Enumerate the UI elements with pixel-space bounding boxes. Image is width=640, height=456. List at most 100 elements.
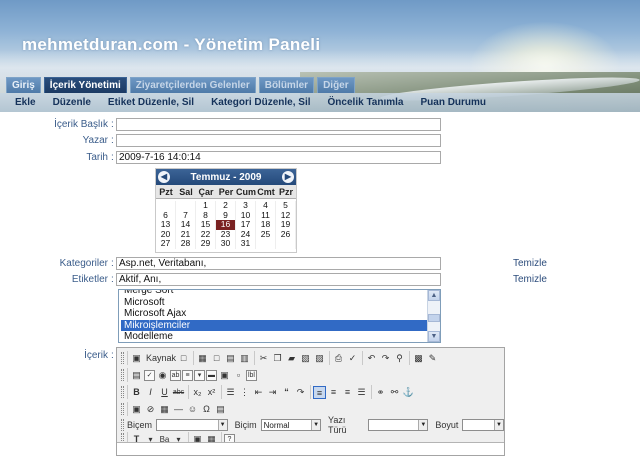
flash-icon[interactable]: ⊘ (144, 403, 157, 416)
tab-diger[interactable]: Diğer (317, 77, 355, 93)
calendar-day-cell[interactable]: 31 (236, 238, 256, 249)
calendar-day-cell[interactable]: 28 (176, 238, 196, 249)
style-select[interactable]: ▼ (155, 419, 228, 431)
numbered-list-icon[interactable]: ☰ (224, 386, 237, 399)
subnav-ekle[interactable]: Ekle (15, 97, 36, 108)
label-field-icon[interactable]: lbl (246, 369, 257, 381)
blockquote-icon[interactable]: “ (280, 386, 293, 399)
subnav-puan-durumu[interactable]: Puan Durumu (420, 97, 486, 108)
calendar-day-cell[interactable]: 29 (196, 238, 216, 249)
align-center-icon[interactable]: ≡ (327, 386, 340, 399)
redo-icon[interactable]: ↷ (379, 352, 392, 365)
subscript-button[interactable]: x₂ (191, 386, 204, 399)
etiketler-clear-link[interactable]: Temizle (513, 274, 547, 285)
strikethrough-button[interactable]: abc (172, 386, 185, 399)
page-break-icon[interactable]: ▤ (214, 403, 227, 416)
new-page-icon[interactable]: □ (210, 352, 223, 365)
div-container-icon[interactable]: ↷ (294, 386, 307, 399)
editor-content-area[interactable] (117, 442, 504, 455)
label-tarih: Tarih (86, 152, 108, 163)
calendar-day-cell[interactable]: 27 (156, 238, 176, 249)
font-select[interactable]: ▼ (367, 419, 429, 431)
source-button[interactable]: Kaynak (144, 353, 176, 363)
checkbox-icon[interactable]: ✓ (144, 369, 155, 381)
toolbar-group-forms: ▤ ✓ ◉ ab ≡ ▾ ▬ ▣ ▫ lbl (127, 368, 259, 382)
subnav-kategori-duzenle[interactable]: Kategori Düzenle, Sil (211, 97, 310, 108)
print-icon[interactable]: ⎙ (332, 352, 345, 365)
tab-ziyaretcilerden-gelenler[interactable]: Ziyaretçilerden Gelenler (129, 77, 256, 93)
form-icon[interactable]: ▤ (130, 369, 143, 382)
align-right-icon[interactable]: ≡ (341, 386, 354, 399)
calendar-day-cell[interactable]: 26 (276, 229, 296, 239)
select-all-icon[interactable]: ▩ (412, 352, 425, 365)
tag-list-option[interactable]: Microsoft Ajax (121, 308, 427, 320)
link-icon[interactable]: ⚭ (374, 386, 387, 399)
tag-list-scrollbar[interactable]: ▲ ▼ (427, 290, 440, 342)
anchor-icon[interactable]: ⚓ (402, 386, 415, 399)
calendar-next-icon[interactable]: ▶ (281, 171, 294, 183)
format-select[interactable]: Normal ▼ (260, 419, 322, 431)
textarea-icon[interactable]: ≡ (182, 369, 193, 381)
bold-button[interactable]: B (130, 386, 143, 399)
outdent-icon[interactable]: ⇤ (252, 386, 265, 399)
tag-list-option[interactable]: Mikroişlemciler (121, 319, 427, 331)
baslik-input[interactable] (116, 118, 441, 131)
scroll-thumb[interactable] (428, 314, 440, 322)
button-field-icon[interactable]: ▬ (206, 369, 217, 381)
tag-list-option[interactable]: Merge Sort (121, 290, 427, 297)
subnav-etiket-duzenle[interactable]: Etiket Düzenle, Sil (108, 97, 194, 108)
tab-icerik-yonetimi[interactable]: İçerik Yönetimi (43, 77, 127, 93)
find-icon[interactable]: ⚲ (393, 352, 406, 365)
remove-format-icon[interactable]: ✎ (426, 352, 439, 365)
kategoriler-input[interactable] (116, 257, 441, 270)
special-char-icon[interactable]: Ω (200, 403, 213, 416)
underline-button[interactable]: U (158, 386, 171, 399)
copy-icon[interactable]: ❐ (271, 352, 284, 365)
paste-text-icon[interactable]: ▧ (299, 352, 312, 365)
select-field-icon[interactable]: ▾ (194, 369, 205, 381)
radio-icon[interactable]: ◉ (156, 369, 169, 382)
tag-list-option[interactable]: Microsoft (121, 297, 427, 309)
scroll-down-icon[interactable]: ▼ (428, 331, 440, 342)
tab-giris[interactable]: Giriş (6, 77, 41, 93)
tag-list-option[interactable]: Modelleme (121, 331, 427, 342)
kategoriler-clear-link[interactable]: Temizle (513, 258, 547, 269)
image-button-icon[interactable]: ▣ (218, 369, 231, 382)
paste-icon[interactable]: ▰ (285, 352, 298, 365)
calendar-prev-icon[interactable]: ◀ (158, 171, 170, 183)
templates-icon[interactable]: ▥ (238, 352, 251, 365)
table-icon[interactable]: ▦ (158, 403, 171, 416)
tag-suggestion-list[interactable]: Merge Sort Microsoft Microsoft Ajax Mikroiş… (118, 289, 441, 343)
size-select[interactable]: ▼ (462, 419, 504, 431)
image-icon[interactable]: ▣ (130, 403, 143, 416)
scroll-up-icon[interactable]: ▲ (428, 290, 440, 301)
tag-list-option[interactable]: Mouse (121, 343, 427, 344)
unlink-icon[interactable]: ⚯ (388, 386, 401, 399)
horizontal-rule-icon[interactable]: ― (172, 403, 185, 416)
bullet-list-icon[interactable]: ⋮ (238, 386, 251, 399)
yazar-input[interactable] (116, 134, 441, 147)
preview-icon[interactable]: ▤ (224, 352, 237, 365)
indent-icon[interactable]: ⇥ (266, 386, 279, 399)
subnav-oncelik-tanimla[interactable]: Öncelik Tanımla (328, 97, 404, 108)
subnav-duzenle[interactable]: Düzenle (53, 97, 91, 108)
tarih-input[interactable] (116, 151, 441, 164)
textfield-icon[interactable]: ab (170, 369, 181, 381)
paste-word-icon[interactable]: ▨ (313, 352, 326, 365)
spellcheck-icon[interactable]: ✓ (346, 352, 359, 365)
tab-bolumler[interactable]: Bölümler (258, 77, 315, 93)
calendar-day-cell[interactable]: 30 (216, 238, 236, 249)
maximize-icon[interactable]: □ (177, 352, 190, 365)
align-left-icon[interactable]: ≡ (313, 385, 326, 399)
etiketler-input[interactable] (116, 273, 441, 286)
calendar-day-cell[interactable]: 25 (256, 229, 276, 239)
hidden-field-icon[interactable]: ▫ (232, 369, 245, 382)
cut-icon[interactable]: ✂ (257, 352, 270, 365)
superscript-button[interactable]: x² (205, 386, 218, 399)
italic-button[interactable]: I (144, 386, 157, 399)
source-icon[interactable]: ▣ (130, 352, 143, 365)
undo-icon[interactable]: ↶ (365, 352, 378, 365)
align-justify-icon[interactable]: ☰ (355, 386, 368, 399)
save-icon[interactable]: ▦ (196, 352, 209, 365)
smiley-icon[interactable]: ☺ (186, 403, 199, 416)
